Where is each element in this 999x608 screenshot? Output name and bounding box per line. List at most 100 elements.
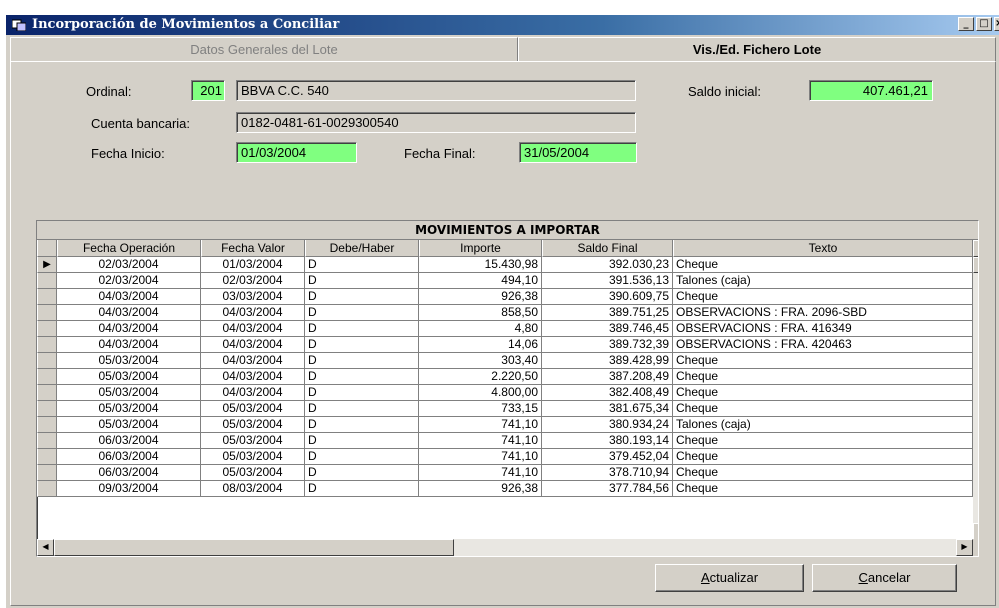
table-cell[interactable]: D [305,337,419,353]
table-cell[interactable]: D [305,353,419,369]
table-cell[interactable]: 378.710,94 [542,465,673,481]
table-row[interactable]: 04/03/2004 04/03/2004 D 14,06 389.732,39 OBSE… [37,337,978,353]
table-cell[interactable]: 09/03/2004 [57,481,201,497]
table-cell[interactable]: Cheque [673,369,973,385]
current-row-indicator-icon[interactable]: ▶ [37,257,57,273]
table-cell[interactable]: 379.452,04 [542,449,673,465]
table-row[interactable]: ▶ 02/03/2004 01/03/2004 D 15.430,98 392.030,2… [37,257,978,273]
table-row[interactable]: 05/03/2004 04/03/2004 D 303,40 389.428,99 Che… [37,353,978,369]
row-selector[interactable] [37,417,57,433]
table-row[interactable]: 05/03/2004 05/03/2004 D 741,10 380.934,24 Tal… [37,417,978,433]
table-cell[interactable]: 04/03/2004 [201,353,305,369]
table-row[interactable]: 04/03/2004 04/03/2004 D 4,80 389.746,45 OBSER… [37,321,978,337]
fecha-final-field[interactable]: 31/05/2004 [519,142,637,163]
vertical-scroll-thumb[interactable] [973,257,978,273]
table-cell[interactable]: 2.220,50 [419,369,542,385]
table-row[interactable]: 04/03/2004 03/03/2004 D 926,38 390.609,75 Che… [37,289,978,305]
table-cell[interactable]: 14,06 [419,337,542,353]
table-row[interactable]: 06/03/2004 05/03/2004 D 741,10 380.193,14 Che… [37,433,978,449]
table-cell[interactable]: D [305,385,419,401]
table-cell[interactable]: 05/03/2004 [201,433,305,449]
table-cell[interactable]: D [305,289,419,305]
table-cell[interactable]: 741,10 [419,449,542,465]
table-cell[interactable]: 05/03/2004 [57,401,201,417]
table-cell[interactable]: 926,38 [419,481,542,497]
table-cell[interactable]: 02/03/2004 [57,273,201,289]
tab-datos-generales[interactable]: Datos Generales del Lote [10,37,518,62]
table-cell[interactable]: 06/03/2004 [57,465,201,481]
table-cell[interactable]: 05/03/2004 [201,417,305,433]
table-cell[interactable]: D [305,417,419,433]
table-cell[interactable]: 377.784,56 [542,481,673,497]
table-cell[interactable]: 02/03/2004 [201,273,305,289]
table-cell[interactable]: D [305,305,419,321]
row-selector[interactable] [37,369,57,385]
horizontal-scrollbar[interactable]: ◀ ▶ [37,539,973,556]
table-cell[interactable]: D [305,465,419,481]
row-selector[interactable] [37,337,57,353]
table-cell[interactable]: 733,15 [419,401,542,417]
row-selector[interactable] [37,401,57,417]
table-cell[interactable]: 4.800,00 [419,385,542,401]
table-cell[interactable]: 4,80 [419,321,542,337]
table-cell[interactable]: 06/03/2004 [57,433,201,449]
table-cell[interactable]: Cheque [673,449,973,465]
maximize-button[interactable]: □ [976,17,992,31]
table-cell[interactable]: Talones (caja) [673,417,973,433]
table-row[interactable]: 02/03/2004 02/03/2004 D 494,10 391.536,13 Tal… [37,273,978,289]
table-row[interactable]: 05/03/2004 04/03/2004 D 2.220,50 387.208,49 C… [37,369,978,385]
table-cell[interactable]: 741,10 [419,417,542,433]
table-cell[interactable]: 03/03/2004 [201,289,305,305]
table-cell[interactable]: 389.732,39 [542,337,673,353]
table-cell[interactable]: Cheque [673,353,973,369]
table-cell[interactable]: 741,10 [419,465,542,481]
row-selector[interactable] [37,481,57,497]
table-cell[interactable]: 04/03/2004 [201,321,305,337]
row-selector[interactable] [37,321,57,337]
fecha-inicio-field[interactable]: 01/03/2004 [236,142,357,163]
table-row[interactable]: 09/03/2004 08/03/2004 D 926,38 377.784,56 Che… [37,481,978,497]
table-cell[interactable]: 381.675,34 [542,401,673,417]
table-cell[interactable]: 04/03/2004 [57,305,201,321]
close-button[interactable]: × [994,17,999,31]
table-cell[interactable]: D [305,449,419,465]
table-cell[interactable]: 05/03/2004 [57,385,201,401]
row-selector[interactable] [37,289,57,305]
table-cell[interactable]: 858,50 [419,305,542,321]
table-cell[interactable]: 15.430,98 [419,257,542,273]
table-cell[interactable]: 05/03/2004 [57,369,201,385]
table-cell[interactable]: D [305,481,419,497]
row-selector[interactable] [37,385,57,401]
table-cell[interactable]: Cheque [673,465,973,481]
table-cell[interactable]: 05/03/2004 [57,417,201,433]
table-cell[interactable]: 389.751,25 [542,305,673,321]
column-header[interactable]: Fecha Valor [201,240,305,257]
table-row[interactable]: 06/03/2004 05/03/2004 D 741,10 379.452,04 Che… [37,449,978,465]
table-cell[interactable]: D [305,257,419,273]
table-cell[interactable]: 04/03/2004 [201,337,305,353]
table-cell[interactable]: 04/03/2004 [201,305,305,321]
table-cell[interactable]: 380.193,14 [542,433,673,449]
table-cell[interactable]: 303,40 [419,353,542,369]
table-cell[interactable]: 01/03/2004 [201,257,305,273]
row-selector[interactable] [37,305,57,321]
title-bar[interactable]: Incorporación de Movimientos a Conciliar… [6,15,999,35]
table-cell[interactable]: 04/03/2004 [201,369,305,385]
table-cell[interactable]: Cheque [673,257,973,273]
table-cell[interactable]: 04/03/2004 [57,289,201,305]
scroll-left-button[interactable]: ◀ [37,539,54,556]
table-cell[interactable]: Cheque [673,433,973,449]
table-row[interactable]: 05/03/2004 05/03/2004 D 733,15 381.675,34 Che… [37,401,978,417]
table-cell[interactable]: 06/03/2004 [57,449,201,465]
table-cell[interactable]: 05/03/2004 [201,401,305,417]
table-cell[interactable]: 387.208,49 [542,369,673,385]
row-selector[interactable] [37,273,57,289]
column-header[interactable]: Fecha Operación [57,240,201,257]
table-cell[interactable]: OBSERVACIONS : FRA. 2096-SBD [673,305,973,321]
table-cell[interactable]: 389.428,99 [542,353,673,369]
column-header[interactable]: Texto [673,240,973,257]
horizontal-scroll-thumb[interactable] [54,539,454,556]
table-cell[interactable]: D [305,273,419,289]
table-cell[interactable]: 380.934,24 [542,417,673,433]
table-row[interactable]: 06/03/2004 05/03/2004 D 741,10 378.710,94 Che… [37,465,978,481]
